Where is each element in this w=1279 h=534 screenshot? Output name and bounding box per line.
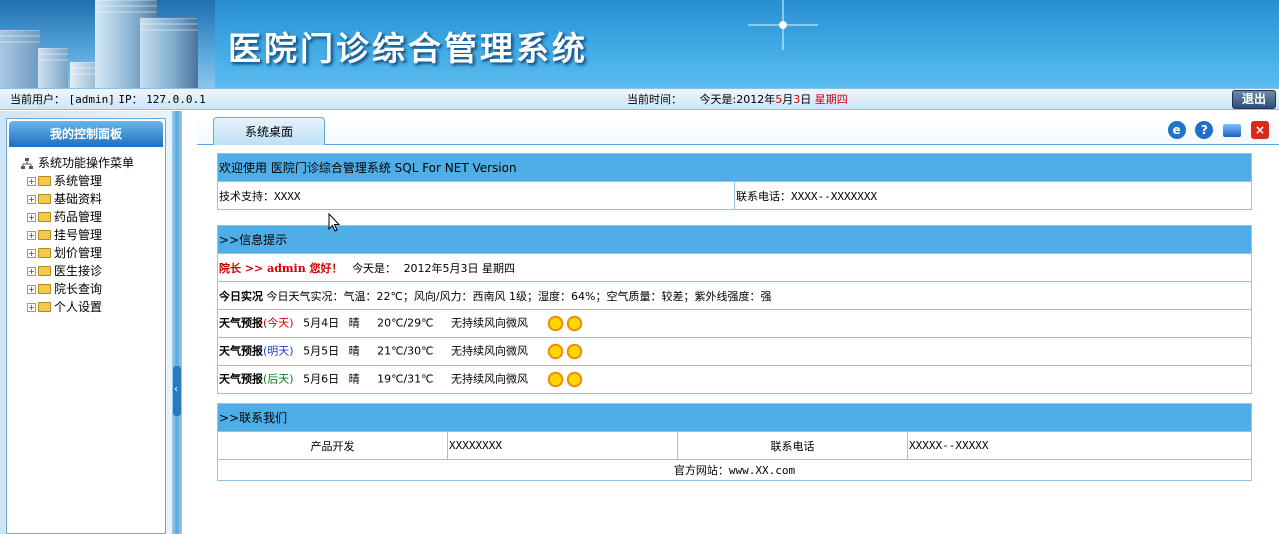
- time-label: 当前时间：: [627, 93, 682, 106]
- close-icon[interactable]: ×: [1251, 121, 1269, 139]
- folder-icon: [38, 283, 51, 294]
- sidebar-item-label: 院长查询: [54, 282, 103, 296]
- control-panel-heading: 我的控制面板: [9, 121, 163, 147]
- info-table: >>信息提示 院长 >> admin 您好！ 今天是： 2012年5月3日 星期…: [217, 225, 1252, 394]
- sidebar-splitter[interactable]: ‹: [172, 111, 182, 534]
- expand-icon[interactable]: +: [27, 267, 36, 276]
- sidebar-item-label: 挂号管理: [54, 228, 103, 242]
- app-title: 医院门诊综合管理系统: [228, 29, 588, 68]
- sidebar-item-drugs[interactable]: + 药品管理: [21, 208, 165, 226]
- today-prefix: 今天是:2012年: [699, 93, 776, 106]
- today-value: 2012年5月3日 星期四: [403, 261, 516, 275]
- user-value: [admin]: [68, 93, 115, 106]
- sidebar: 我的控制面板 系统功能操作菜单 + 系统管理 + 基础资料 + 药品管理 + 挂号管理 …: [0, 111, 172, 534]
- contact-table: >>联系我们 产品开发 XXXXXXXX 联系电话 XXXXX--XXXXX 官…: [217, 403, 1252, 481]
- menu-root-label: 系统功能操作菜单: [38, 156, 135, 170]
- sun-icon: [545, 314, 565, 333]
- realtime-row: 今日实况 今日天气实况：气温：22℃；风向/风力：西南风 1级；湿度：64%；空…: [217, 281, 1252, 310]
- sidebar-item-registration[interactable]: + 挂号管理: [21, 226, 165, 244]
- welcome-table: 欢迎使用 医院门诊综合管理系统 SQL For NET Version 技术支持…: [217, 153, 1252, 210]
- sun-icon: [545, 342, 565, 361]
- expand-icon[interactable]: +: [27, 231, 36, 240]
- logout-button[interactable]: 退出: [1232, 90, 1276, 109]
- sparkle-icon: [748, 0, 818, 50]
- sun-icon: [564, 342, 584, 361]
- sidebar-item-label: 系统管理: [54, 174, 103, 188]
- month-suffix: 月: [782, 93, 794, 106]
- current-time: 当前时间： 今天是:2012年5月3日 星期四: [627, 89, 848, 111]
- folder-icon: [38, 247, 51, 258]
- sidebar-item-label: 药品管理: [54, 210, 103, 224]
- mouse-cursor-icon: [328, 213, 340, 232]
- sidebar-item-label: 基础资料: [54, 192, 103, 206]
- dev-label: 产品开发: [217, 431, 448, 460]
- tab-system-desktop[interactable]: 系统桌面: [213, 117, 325, 145]
- current-user: 当前用户： [admin] IP： 127.0.0.1: [10, 89, 206, 111]
- expand-icon[interactable]: +: [27, 303, 36, 312]
- sidebar-item-personal-settings[interactable]: + 个人设置: [21, 298, 165, 316]
- sidebar-item-pricing[interactable]: + 划价管理: [21, 244, 165, 262]
- expand-icon[interactable]: +: [27, 195, 36, 204]
- expand-icon[interactable]: +: [27, 249, 36, 258]
- today-label: 今天是：: [352, 261, 397, 275]
- main-content: 系统桌面 e ? × 欢迎使用 医院门诊综合管理系统 SQL For NET V…: [182, 111, 1279, 534]
- contact-phone-label: 联系电话: [677, 431, 908, 460]
- city-skyline-image: [0, 0, 215, 88]
- org-chart-icon: [21, 158, 33, 169]
- info-title: >>信息提示: [217, 225, 1252, 254]
- sidebar-item-system[interactable]: + 系统管理: [21, 172, 165, 190]
- sidebar-item-director-query[interactable]: + 院长查询: [21, 280, 165, 298]
- menu-tree: 系统功能操作菜单 + 系统管理 + 基础资料 + 药品管理 + 挂号管理 + 划价管理 +…: [7, 149, 165, 316]
- header-banner: 医院门诊综合管理系统: [0, 0, 1279, 88]
- expand-icon[interactable]: +: [27, 177, 36, 186]
- control-panel: 我的控制面板 系统功能操作菜单 + 系统管理 + 基础资料 + 药品管理 + 挂号管理 …: [6, 118, 166, 534]
- sun-icon: [545, 370, 565, 389]
- greeting-text: 院长 >> admin 您好！: [219, 261, 343, 275]
- ip-value: 127.0.0.1: [146, 93, 206, 106]
- user-label: 当前用户：: [10, 93, 65, 106]
- forecast-row: 天气预报(后天) 5月6日 晴 19℃/31℃ 无持续风向微风: [217, 365, 1252, 394]
- expand-icon[interactable]: +: [27, 285, 36, 294]
- sidebar-item-label: 医生接诊: [54, 264, 103, 278]
- window-icon[interactable]: [1223, 123, 1242, 137]
- collapse-sidebar-handle[interactable]: ‹: [173, 366, 181, 416]
- tab-bar: 系统桌面 e ? ×: [197, 117, 1279, 145]
- folder-icon: [38, 229, 51, 240]
- folder-icon: [38, 265, 51, 276]
- official-site: 官方网站：www.XX.com: [217, 459, 1252, 481]
- window-tools: e ? ×: [1162, 121, 1269, 139]
- sun-icon: [564, 370, 584, 389]
- folder-icon: [38, 175, 51, 186]
- phone-cell: 联系电话：XXXX--XXXXXXX: [734, 181, 1252, 210]
- sidebar-item-label: 划价管理: [54, 246, 103, 260]
- chevron-left-icon: ‹: [174, 384, 178, 395]
- support-cell: 技术支持：XXXX: [217, 181, 735, 210]
- folder-icon: [38, 301, 51, 312]
- sun-icon: [564, 314, 584, 333]
- folder-icon: [38, 193, 51, 204]
- menu-tree-root[interactable]: 系统功能操作菜单: [21, 155, 165, 172]
- sidebar-item-doctor[interactable]: + 医生接诊: [21, 262, 165, 280]
- sidebar-item-label: 个人设置: [54, 300, 103, 314]
- greeting-row: 院长 >> admin 您好！ 今天是： 2012年5月3日 星期四: [217, 253, 1252, 282]
- contact-phone-value: XXXXX--XXXXX: [907, 431, 1252, 460]
- status-bar: 当前用户： [admin] IP： 127.0.0.1 当前时间： 今天是:20…: [0, 88, 1279, 110]
- day-suffix: 日: [800, 93, 812, 106]
- realtime-label: 今日实况: [219, 289, 263, 303]
- realtime-value: 今日天气实况：气温：22℃；风向/风力：西南风 1级；湿度：64%；空气质量：较…: [266, 289, 772, 303]
- expand-icon[interactable]: +: [27, 213, 36, 222]
- ip-label: IP：: [118, 93, 143, 106]
- contact-title: >>联系我们: [217, 403, 1252, 432]
- forecast-row: 天气预报(今天) 5月4日 晴 20℃/29℃ 无持续风向微风: [217, 309, 1252, 338]
- dev-value: XXXXXXXX: [447, 431, 678, 460]
- folder-icon: [38, 211, 51, 222]
- weekday-value: 星期四: [814, 93, 848, 106]
- forecast-row: 天气预报(明天) 5月5日 晴 21℃/30℃ 无持续风向微风: [217, 337, 1252, 366]
- help-icon[interactable]: ?: [1195, 121, 1214, 139]
- ie-icon[interactable]: e: [1167, 121, 1186, 139]
- welcome-title: 欢迎使用 医院门诊综合管理系统 SQL For NET Version: [217, 153, 1252, 182]
- sidebar-item-basic-data[interactable]: + 基础资料: [21, 190, 165, 208]
